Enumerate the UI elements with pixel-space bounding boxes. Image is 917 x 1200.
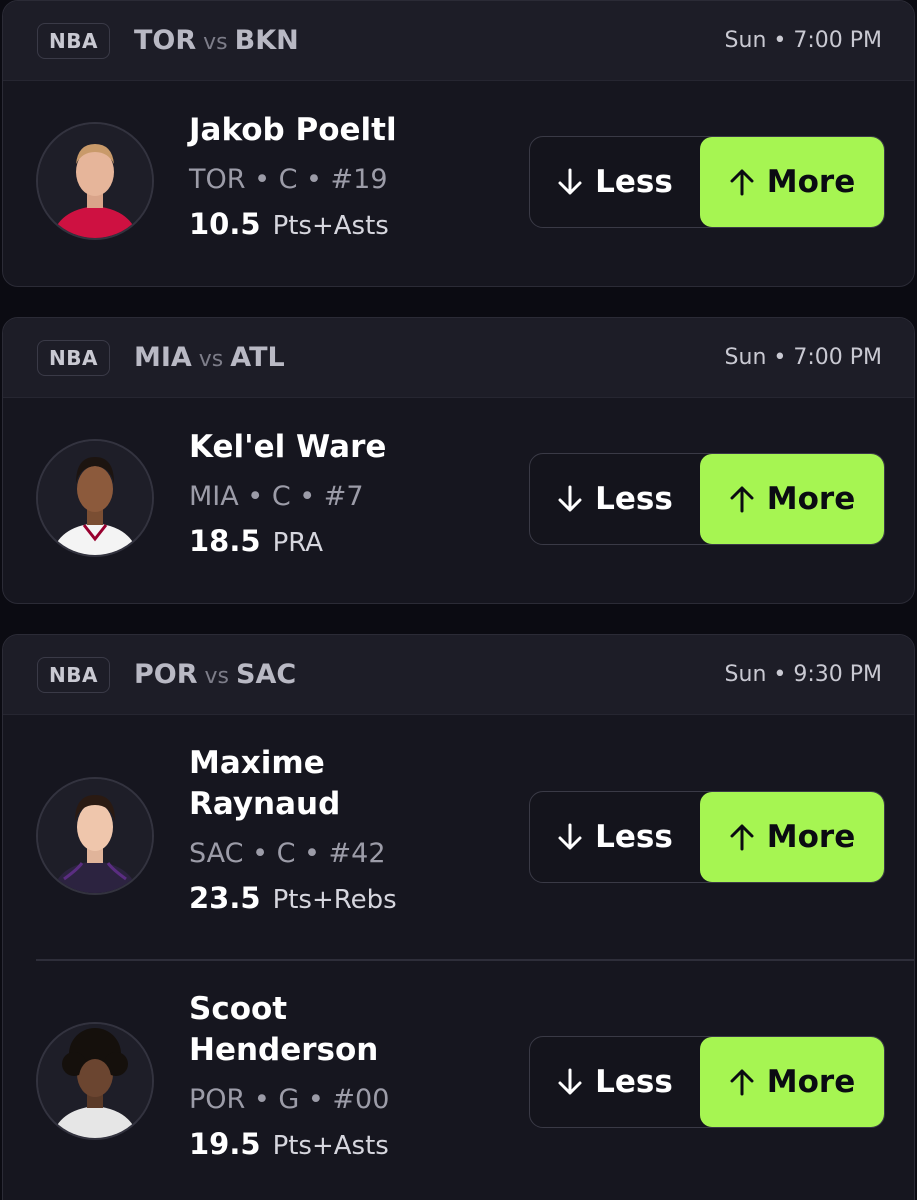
league-badge: NBA — [37, 656, 110, 693]
game-time: Sun • 7:00 PM — [724, 28, 882, 53]
team-home: SAC — [236, 659, 297, 690]
player-info: Scoot Henderson POR • G • #00 19.5 Pts+A… — [189, 989, 389, 1163]
matchup: POR vs SAC — [134, 659, 296, 690]
player-info: Jakob Poeltl TOR • C • #19 10.5 Pts+Asts — [189, 110, 397, 243]
line-value: 10.5 — [189, 207, 261, 241]
props-list: NBA TOR vs BKN Sun • 7:00 PM Jakob Poelt… — [0, 0, 917, 1200]
player-row: Kel'el Ware MIA • C • #7 18.5 PRA Less M… — [3, 398, 914, 602]
vs-label: vs — [203, 30, 228, 55]
arrow-down-icon — [558, 168, 582, 195]
pick-toggle: Less More — [529, 453, 885, 545]
player-row: Maxime Raynaud SAC • C • #42 23.5 Pts+Re… — [3, 715, 914, 961]
matchup: MIA vs ATL — [134, 342, 285, 373]
team-away: POR — [133, 659, 198, 690]
less-label: Less — [595, 1064, 673, 1100]
player-line: 19.5 Pts+Asts — [189, 1127, 389, 1163]
line-stat: PRA — [272, 528, 324, 558]
player-meta: POR • G • #00 — [189, 1084, 390, 1115]
player-name: Scoot Henderson — [189, 991, 379, 1068]
arrow-up-icon — [730, 824, 754, 851]
less-label: Less — [595, 819, 673, 855]
more-label: More — [766, 164, 856, 200]
more-button[interactable]: More — [700, 792, 884, 882]
league-badge: NBA — [37, 22, 110, 59]
player-headshot-icon — [38, 441, 152, 555]
team-away: TOR — [133, 25, 197, 56]
less-button[interactable]: Less — [530, 1037, 700, 1127]
player-line: 10.5 Pts+Asts — [189, 207, 397, 243]
player-info: Kel'el Ware MIA • C • #7 18.5 PRA — [189, 427, 386, 560]
more-button[interactable]: More — [700, 454, 884, 544]
player-row: Scoot Henderson POR • G • #00 19.5 Pts+A… — [3, 960, 914, 1200]
team-away: MIA — [133, 342, 192, 373]
less-button[interactable]: Less — [530, 454, 700, 544]
game-card: NBA POR vs SAC Sun • 9:30 PM Maxime Rayn… — [2, 634, 915, 1200]
line-stat: Pts+Rebs — [272, 885, 397, 915]
player-name: Maxime Raynaud — [189, 745, 341, 822]
pick-toggle: Less More — [529, 136, 885, 228]
line-stat: Pts+Asts — [272, 1131, 389, 1161]
player-headshot-icon — [38, 1024, 152, 1138]
player-meta: TOR • C • #19 — [189, 164, 388, 195]
player-meta: MIA • C • #7 — [189, 481, 364, 512]
more-label: More — [766, 819, 856, 855]
line-stat: Pts+Asts — [272, 211, 389, 241]
player-avatar — [36, 439, 154, 557]
player-info: Maxime Raynaud SAC • C • #42 23.5 Pts+Re… — [189, 743, 397, 917]
line-value: 23.5 — [189, 881, 261, 915]
more-button[interactable]: More — [700, 1037, 884, 1127]
arrow-down-icon — [558, 823, 582, 850]
line-value: 19.5 — [189, 1127, 261, 1161]
less-button[interactable]: Less — [530, 137, 700, 227]
less-button[interactable]: Less — [530, 792, 700, 882]
arrow-up-icon — [730, 169, 754, 196]
more-label: More — [766, 1064, 856, 1100]
matchup: TOR vs BKN — [134, 25, 299, 56]
vs-label: vs — [204, 664, 229, 689]
game-time: Sun • 7:00 PM — [724, 345, 882, 370]
team-home: ATL — [230, 342, 285, 373]
game-header: NBA TOR vs BKN Sun • 7:00 PM — [3, 1, 914, 81]
arrow-up-icon — [730, 486, 754, 513]
game-header: NBA MIA vs ATL Sun • 7:00 PM — [3, 318, 914, 398]
player-name: Jakob Poeltl — [189, 112, 397, 148]
line-value: 18.5 — [189, 524, 261, 558]
pick-toggle: Less More — [529, 1036, 885, 1128]
player-name: Kel'el Ware — [189, 429, 387, 465]
player-meta: SAC • C • #42 — [189, 838, 386, 869]
more-label: More — [766, 481, 856, 517]
pick-toggle: Less More — [529, 791, 885, 883]
arrow-down-icon — [558, 485, 582, 512]
team-home: BKN — [234, 25, 299, 56]
less-label: Less — [595, 164, 673, 200]
vs-label: vs — [198, 347, 224, 372]
game-card: NBA TOR vs BKN Sun • 7:00 PM Jakob Poelt… — [2, 0, 915, 287]
arrow-up-icon — [730, 1069, 754, 1096]
less-label: Less — [595, 481, 673, 517]
arrow-down-icon — [558, 1068, 582, 1095]
player-avatar — [36, 1022, 154, 1140]
player-row: Jakob Poeltl TOR • C • #19 10.5 Pts+Asts… — [3, 81, 914, 285]
game-time: Sun • 9:30 PM — [724, 662, 882, 687]
game-card: NBA MIA vs ATL Sun • 7:00 PM Kel'el Ware… — [2, 317, 915, 604]
more-button[interactable]: More — [700, 137, 884, 227]
player-avatar — [36, 122, 154, 240]
league-badge: NBA — [37, 339, 110, 376]
player-avatar — [36, 777, 154, 895]
player-line: 18.5 PRA — [189, 524, 386, 560]
player-line: 23.5 Pts+Rebs — [189, 881, 397, 917]
player-headshot-icon — [38, 779, 152, 893]
player-headshot-icon — [38, 124, 152, 238]
game-header: NBA POR vs SAC Sun • 9:30 PM — [3, 635, 914, 715]
